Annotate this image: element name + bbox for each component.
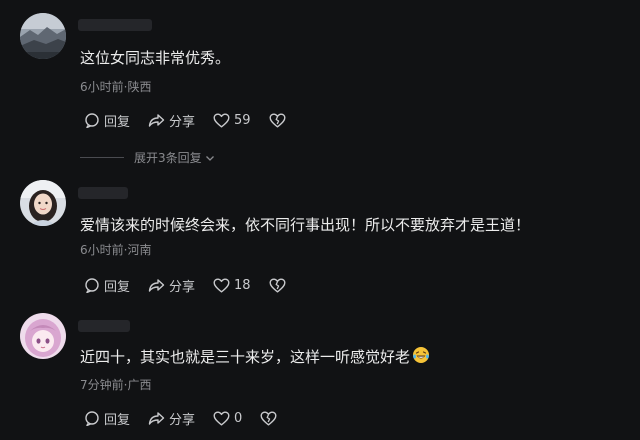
comment-text: 爱情该来的时候终会来，依不同行事出现！所以不要放弃才是王道！ xyxy=(80,216,531,234)
expand-replies-button[interactable]: 展开3条回复 xyxy=(80,149,216,166)
dislike-button[interactable] xyxy=(269,113,290,128)
like-count: 59 xyxy=(234,112,251,128)
reply-icon xyxy=(85,113,99,128)
share-label: 分享 xyxy=(169,279,196,295)
comment-text: 近四十，其实也就是三十来岁，这样一听感觉好老 xyxy=(80,346,430,367)
reply-icon xyxy=(85,411,99,426)
like-button[interactable]: 59 xyxy=(213,113,251,128)
comment-actions: 回复 分享 18 xyxy=(84,275,308,295)
broken-heart-icon xyxy=(269,278,286,292)
heart-icon xyxy=(213,113,230,127)
share-icon xyxy=(148,279,165,292)
heart-icon xyxy=(213,411,230,425)
comment-actions: 回复 分享 59 xyxy=(84,110,308,130)
username-redacted xyxy=(78,187,128,199)
reply-label: 回复 xyxy=(104,114,131,130)
comment-meta: 6小时前·陕西 xyxy=(80,80,152,94)
user-avatar[interactable] xyxy=(20,313,66,359)
username-redacted xyxy=(78,19,152,31)
broken-heart-icon xyxy=(269,113,286,127)
landscape-photo-avatar-icon xyxy=(20,13,66,59)
comment-text: 这位女同志非常优秀。 xyxy=(80,49,231,67)
share-icon xyxy=(148,412,165,425)
reply-button[interactable]: 回复 xyxy=(84,276,130,295)
user-avatar[interactable] xyxy=(20,180,66,226)
share-label: 分享 xyxy=(169,114,196,130)
anime-girl-avatar-icon xyxy=(20,313,66,359)
comment-actions: 回复 分享 0 xyxy=(84,408,299,428)
broken-heart-icon xyxy=(260,411,277,425)
comment-text-content: 近四十，其实也就是三十来岁，这样一听感觉好老 xyxy=(80,348,411,366)
comment-meta: 7分钟前·广西 xyxy=(80,378,152,392)
like-count: 0 xyxy=(234,410,243,426)
chevron-down-icon xyxy=(205,155,214,161)
reply-icon xyxy=(85,278,99,293)
laughing-tears-emoji-icon xyxy=(413,347,430,363)
reply-label: 回复 xyxy=(104,412,131,428)
reply-button[interactable]: 回复 xyxy=(84,409,130,428)
girl-photo-avatar-icon xyxy=(20,180,66,226)
share-label: 分享 xyxy=(169,412,196,428)
share-button[interactable]: 分享 xyxy=(148,276,195,295)
like-button[interactable]: 0 xyxy=(213,411,242,426)
username-redacted xyxy=(78,320,130,332)
dislike-button[interactable] xyxy=(260,411,281,426)
reply-button[interactable]: 回复 xyxy=(84,111,130,130)
heart-icon xyxy=(213,278,230,292)
expand-replies-label: 展开3条回复 xyxy=(134,151,202,165)
divider xyxy=(80,157,124,158)
share-button[interactable]: 分享 xyxy=(148,111,195,130)
like-button[interactable]: 18 xyxy=(213,278,251,293)
share-icon xyxy=(148,114,165,127)
reply-label: 回复 xyxy=(104,279,131,295)
dislike-button[interactable] xyxy=(269,278,290,293)
user-avatar[interactable] xyxy=(20,13,66,59)
share-button[interactable]: 分享 xyxy=(148,409,195,428)
comment-meta: 6小时前·河南 xyxy=(80,243,152,257)
like-count: 18 xyxy=(234,277,251,293)
